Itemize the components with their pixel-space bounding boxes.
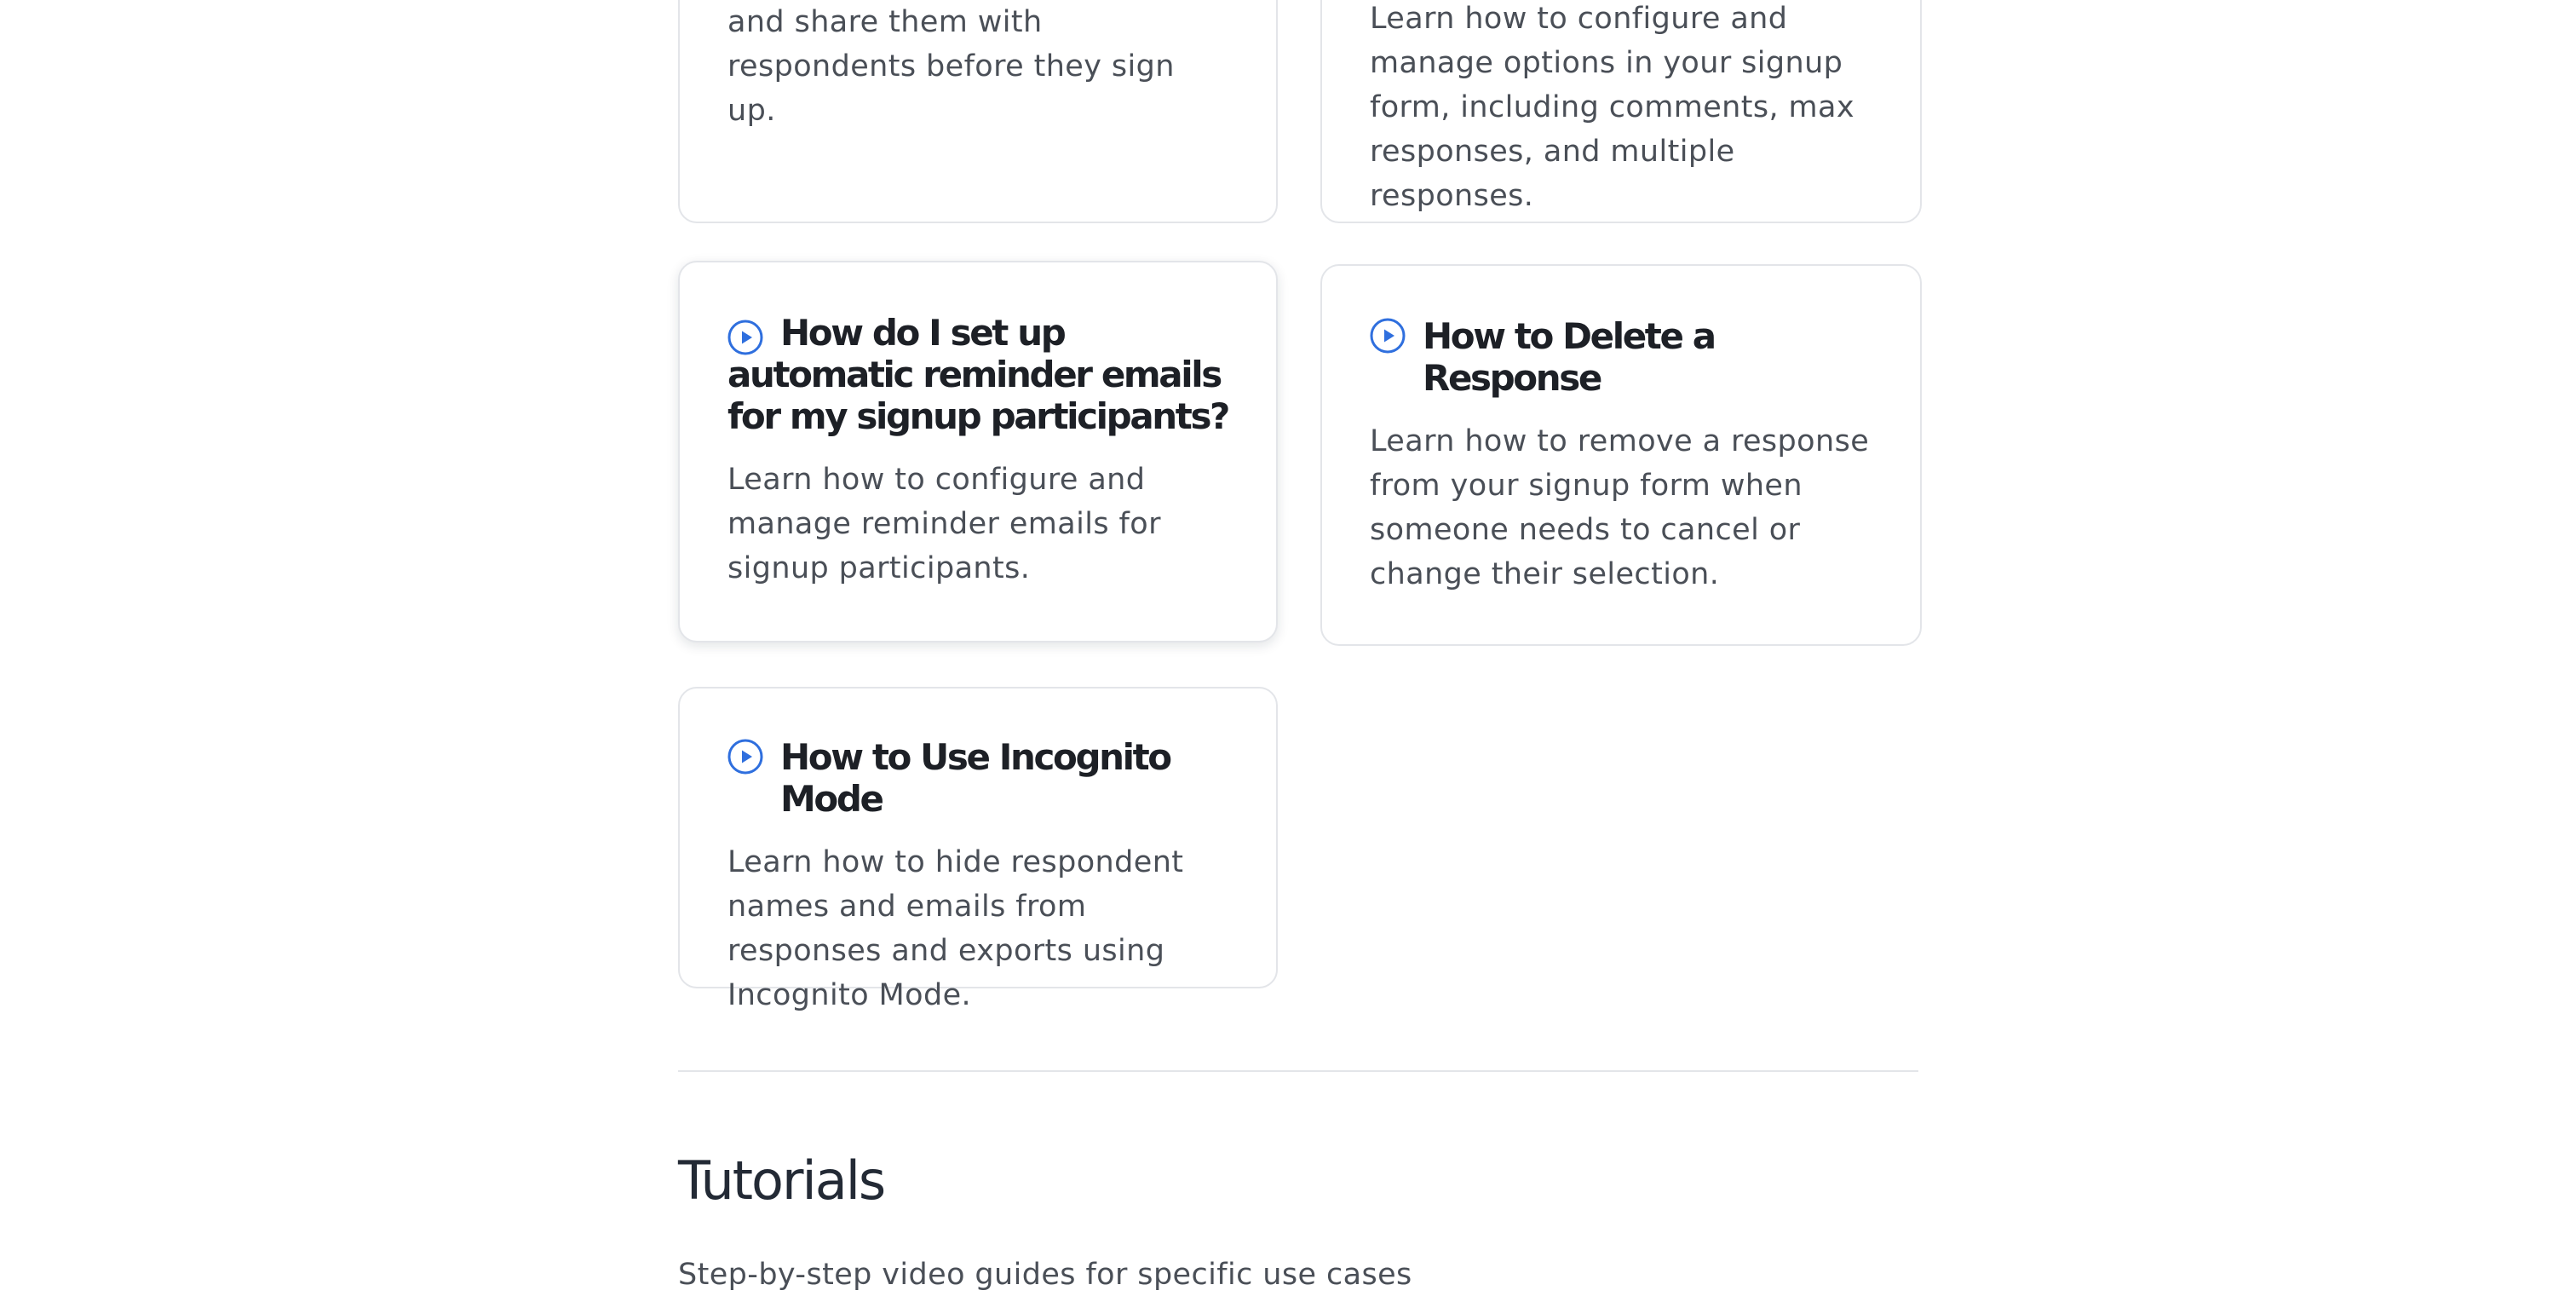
- guide-card-share-before-signup[interactable]: and share them with respondents before t…: [678, 0, 1278, 223]
- tutorials-heading: Tutorials: [678, 1149, 886, 1212]
- guide-card-reminder-emails[interactable]: How do I set up automatic reminder email…: [678, 261, 1278, 642]
- card-description: Learn how to remove a response from your…: [1370, 424, 1870, 591]
- play-circle-icon: [1370, 318, 1406, 354]
- card-description: Learn how to hide respondent names and e…: [727, 845, 1184, 1012]
- card-title: How do I set up automatic reminder email…: [727, 312, 1230, 437]
- card-header: How to Delete a Response: [1370, 315, 1872, 399]
- card-header: How to Use Incognito Mode: [727, 736, 1228, 820]
- card-header: How do I set up automatic reminder email…: [727, 312, 1230, 437]
- section-divider: [678, 1070, 1918, 1072]
- card-title: How to Delete a Response: [1423, 315, 1716, 399]
- card-description: Learn how to configure and manage remind…: [727, 463, 1161, 585]
- guide-card-signup-options[interactable]: Learn how to configure and manage option…: [1320, 0, 1922, 223]
- guide-card-delete-response[interactable]: How to Delete a Response Learn how to re…: [1320, 264, 1922, 646]
- card-description: Learn how to configure and manage option…: [1370, 2, 1855, 213]
- play-circle-icon: [727, 739, 763, 775]
- card-description: and share them with respondents before t…: [727, 5, 1175, 128]
- play-circle-icon: [727, 320, 763, 355]
- card-title: How to Use Incognito Mode: [780, 736, 1172, 820]
- tutorials-subheading: Step-by-step video guides for specific u…: [678, 1258, 1412, 1292]
- guide-card-incognito-mode[interactable]: How to Use Incognito Mode Learn how to h…: [678, 687, 1278, 1012]
